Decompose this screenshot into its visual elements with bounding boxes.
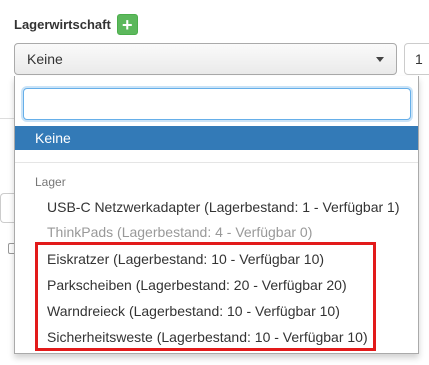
option-keine[interactable]: Keine <box>15 126 418 150</box>
option-usb-c-netzwerkadapter[interactable]: USB-C Netzwerkadapter (Lagerbestand: 1 -… <box>47 199 400 215</box>
option-eiskratzer[interactable]: Eiskratzer (Lagerbestand: 10 - Verfügbar… <box>47 251 324 267</box>
background-input-fragment <box>0 193 14 223</box>
optgroup-label: Lager <box>35 175 66 189</box>
lagerwirtschaft-label: Lagerwirtschaft <box>14 17 111 32</box>
lagerwirtschaft-select[interactable]: Keine <box>14 43 397 75</box>
quantity-field[interactable]: 1 <box>404 43 429 75</box>
background-form-fragment <box>0 118 14 140</box>
field-label: Lagerwirtschaft + <box>14 14 138 35</box>
quantity-value: 1 <box>415 51 423 67</box>
option-warndreieck[interactable]: Warndreieck (Lagerbestand: 10 - Verfügba… <box>47 303 340 319</box>
option-sicherheitsweste[interactable]: Sicherheitsweste (Lagerbestand: 10 - Ver… <box>47 329 368 345</box>
divider <box>15 162 418 163</box>
select-dropdown: Keine Lager USB-C Netzwerkadapter (Lager… <box>14 76 419 354</box>
select-value: Keine <box>27 51 63 67</box>
option-label: Keine <box>35 130 71 146</box>
option-parkscheiben[interactable]: Parkscheiben (Lagerbestand: 20 - Verfügb… <box>47 277 347 293</box>
option-thinkpads: ThinkPads (Lagerbestand: 4 - Verfügbar 0… <box>47 224 313 240</box>
caret-down-icon <box>376 56 384 62</box>
dropdown-search-input[interactable] <box>23 88 411 120</box>
plus-icon[interactable]: + <box>116 14 138 35</box>
